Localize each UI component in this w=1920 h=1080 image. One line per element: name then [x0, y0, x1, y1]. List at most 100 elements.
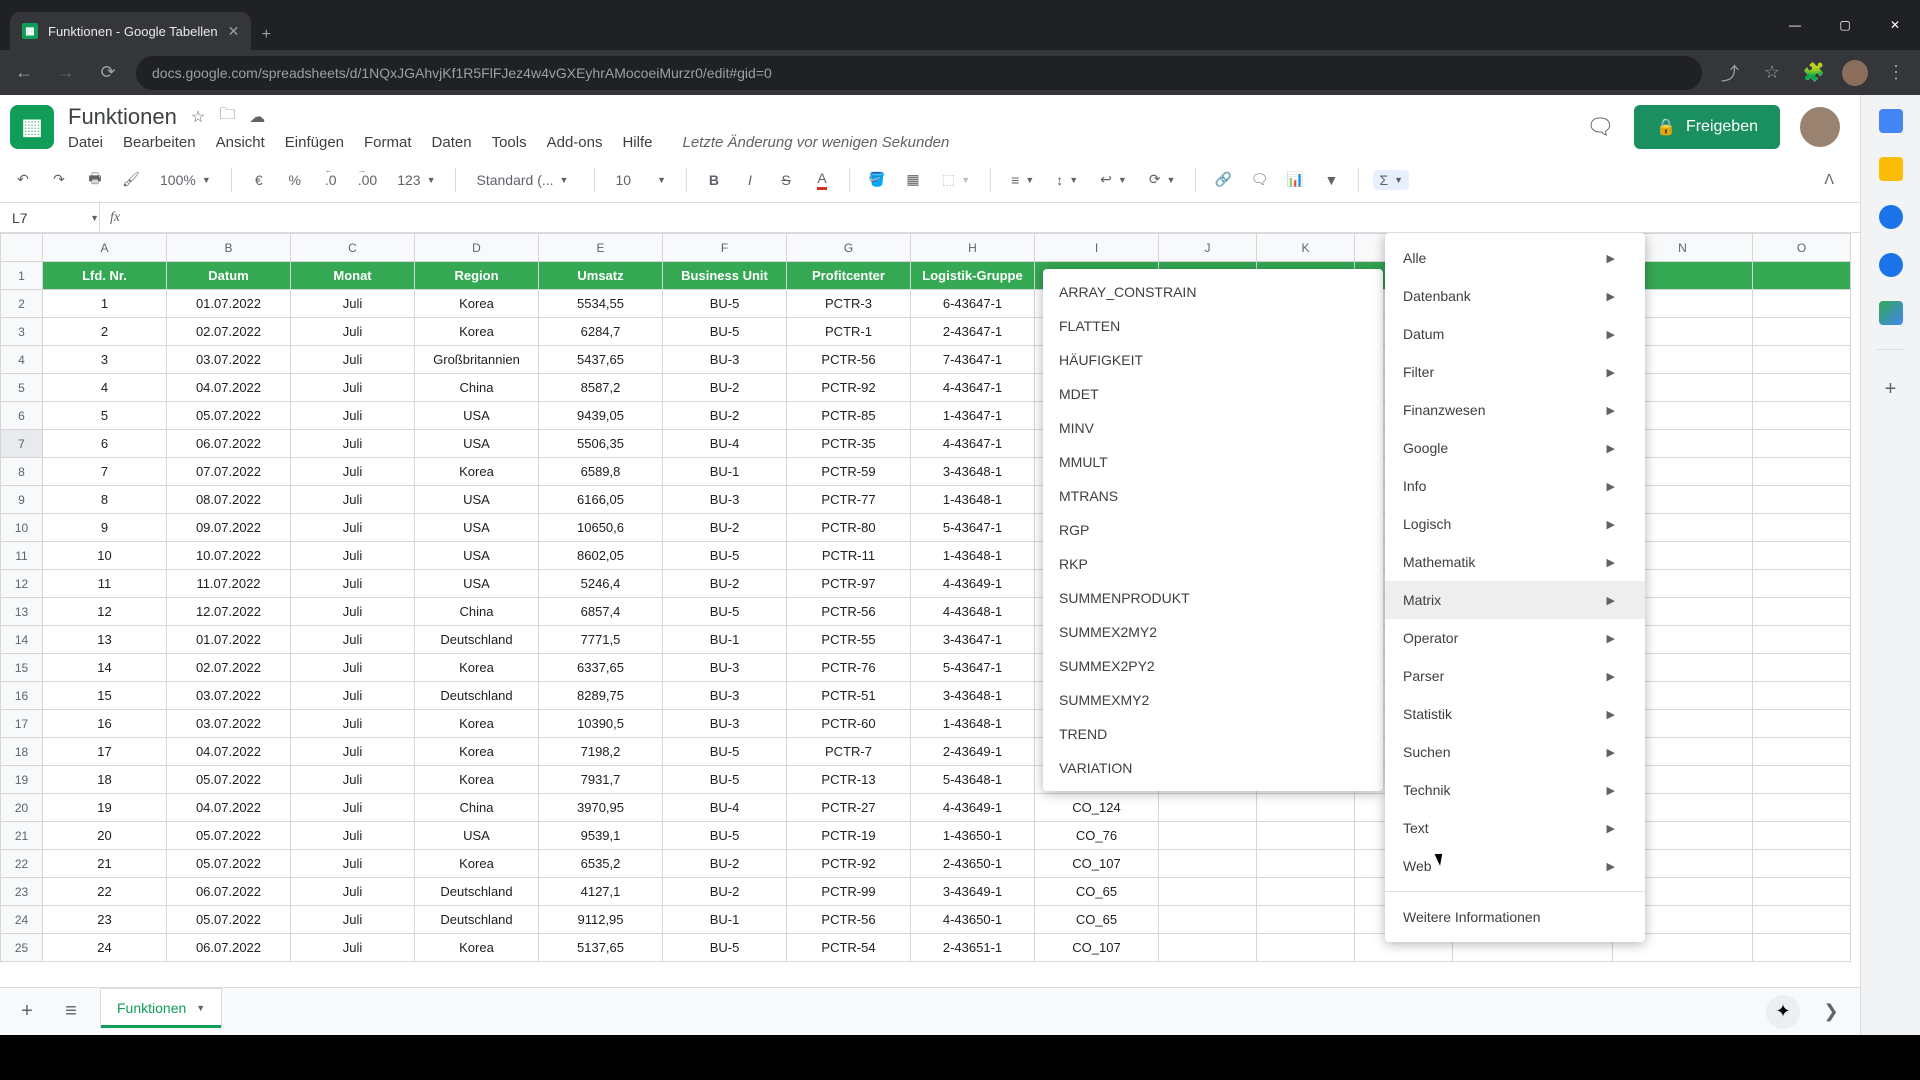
- cell[interactable]: 23: [43, 906, 167, 934]
- cell[interactable]: [1753, 570, 1851, 598]
- cell[interactable]: 1-43648-1: [911, 710, 1035, 738]
- column-header[interactable]: I: [1035, 234, 1159, 262]
- cell[interactable]: [1257, 878, 1355, 906]
- cell[interactable]: Korea: [415, 710, 539, 738]
- column-header[interactable]: J: [1159, 234, 1257, 262]
- menu-addons[interactable]: Add-ons: [547, 134, 603, 151]
- cell[interactable]: 1-43648-1: [911, 542, 1035, 570]
- close-window-button[interactable]: ✕: [1870, 5, 1920, 45]
- cell[interactable]: 5-43648-1: [911, 766, 1035, 794]
- cell[interactable]: [1753, 934, 1851, 962]
- row-header[interactable]: 3: [1, 318, 43, 346]
- cell[interactable]: [1753, 794, 1851, 822]
- cell[interactable]: [1753, 654, 1851, 682]
- function-item[interactable]: HÄUFIGKEIT: [1043, 343, 1383, 377]
- cell[interactable]: PCTR-56: [787, 346, 911, 374]
- cell[interactable]: 6337,65: [539, 654, 663, 682]
- cell[interactable]: 09.07.2022: [167, 514, 291, 542]
- menu-file[interactable]: Datei: [68, 134, 103, 151]
- cell[interactable]: 3-43647-1: [911, 626, 1035, 654]
- row-header[interactable]: 7: [1, 430, 43, 458]
- cell[interactable]: [1257, 850, 1355, 878]
- chart-button[interactable]: 📊: [1282, 165, 1308, 195]
- function-more-info[interactable]: Weitere Informationen: [1385, 898, 1645, 936]
- cell[interactable]: 06.07.2022: [167, 878, 291, 906]
- cloud-status-icon[interactable]: ☁: [249, 107, 265, 127]
- cell[interactable]: 05.07.2022: [167, 766, 291, 794]
- header-cell[interactable]: [1753, 262, 1851, 290]
- bookmark-icon[interactable]: ☆: [1758, 59, 1786, 87]
- cell[interactable]: 4-43650-1: [911, 906, 1035, 934]
- column-header[interactable]: B: [167, 234, 291, 262]
- cell[interactable]: CO_124: [1035, 794, 1159, 822]
- row-header[interactable]: 9: [1, 486, 43, 514]
- cell[interactable]: 05.07.2022: [167, 850, 291, 878]
- cell[interactable]: China: [415, 598, 539, 626]
- cell[interactable]: [1753, 822, 1851, 850]
- cell[interactable]: 8289,75: [539, 682, 663, 710]
- cell[interactable]: 7-43647-1: [911, 346, 1035, 374]
- cell[interactable]: 6284,7: [539, 318, 663, 346]
- cell[interactable]: Juli: [291, 654, 415, 682]
- cell[interactable]: 02.07.2022: [167, 654, 291, 682]
- cell[interactable]: 01.07.2022: [167, 290, 291, 318]
- cell[interactable]: Juli: [291, 290, 415, 318]
- cell[interactable]: BU-1: [663, 458, 787, 486]
- column-header[interactable]: C: [291, 234, 415, 262]
- borders-button[interactable]: ▦: [900, 165, 926, 195]
- cell[interactable]: [1753, 906, 1851, 934]
- function-category-item[interactable]: Mathematik▶: [1385, 543, 1645, 581]
- cell[interactable]: Juli: [291, 458, 415, 486]
- cell[interactable]: PCTR-51: [787, 682, 911, 710]
- cell[interactable]: [1753, 514, 1851, 542]
- strikethrough-button[interactable]: S: [773, 165, 799, 195]
- cell[interactable]: Juli: [291, 430, 415, 458]
- cell[interactable]: Juli: [291, 794, 415, 822]
- cell[interactable]: BU-5: [663, 766, 787, 794]
- cell[interactable]: Korea: [415, 934, 539, 962]
- back-button[interactable]: ←: [10, 59, 38, 87]
- undo-button[interactable]: ↶: [10, 165, 36, 195]
- cell[interactable]: PCTR-56: [787, 906, 911, 934]
- function-item[interactable]: SUMMENPRODUKT: [1043, 581, 1383, 615]
- horizontal-align-button[interactable]: ≡▼: [1005, 172, 1040, 188]
- cell[interactable]: 16: [43, 710, 167, 738]
- wrap-button[interactable]: ↩▼: [1094, 171, 1133, 188]
- extensions-icon[interactable]: 🧩: [1800, 59, 1828, 87]
- cell[interactable]: 4127,1: [539, 878, 663, 906]
- cell[interactable]: Korea: [415, 458, 539, 486]
- cell[interactable]: 5437,65: [539, 346, 663, 374]
- new-tab-button[interactable]: +: [251, 20, 281, 50]
- row-header[interactable]: 25: [1, 934, 43, 962]
- cell[interactable]: PCTR-92: [787, 374, 911, 402]
- cell[interactable]: 5246,4: [539, 570, 663, 598]
- cell[interactable]: BU-1: [663, 906, 787, 934]
- cell[interactable]: Juli: [291, 318, 415, 346]
- cell[interactable]: [1753, 542, 1851, 570]
- function-item[interactable]: MDET: [1043, 377, 1383, 411]
- cell[interactable]: Korea: [415, 766, 539, 794]
- header-cell[interactable]: Profitcenter: [787, 262, 911, 290]
- profile-avatar-icon[interactable]: [1842, 60, 1868, 86]
- menu-format[interactable]: Format: [364, 134, 412, 151]
- browser-tab[interactable]: ▦ Funktionen - Google Tabellen ✕: [10, 12, 251, 50]
- cell[interactable]: 6589,8: [539, 458, 663, 486]
- cell[interactable]: USA: [415, 430, 539, 458]
- cell[interactable]: 05.07.2022: [167, 402, 291, 430]
- cell[interactable]: China: [415, 374, 539, 402]
- function-category-item[interactable]: Web▶: [1385, 847, 1645, 885]
- cell[interactable]: BU-5: [663, 598, 787, 626]
- spreadsheet-grid[interactable]: ABCDEFGHIJKLMNO1Lfd. Nr.DatumMonatRegion…: [0, 233, 1860, 987]
- cell[interactable]: Deutschland: [415, 626, 539, 654]
- cell[interactable]: 20: [43, 822, 167, 850]
- cell[interactable]: 2-43651-1: [911, 934, 1035, 962]
- column-header[interactable]: E: [539, 234, 663, 262]
- side-panel-toggle[interactable]: ❯: [1814, 1001, 1848, 1022]
- row-header[interactable]: 12: [1, 570, 43, 598]
- decrease-decimal-button[interactable]: .0←: [318, 165, 344, 195]
- column-header[interactable]: D: [415, 234, 539, 262]
- cell[interactable]: BU-2: [663, 850, 787, 878]
- cell[interactable]: 1-43648-1: [911, 486, 1035, 514]
- account-avatar-icon[interactable]: [1800, 107, 1840, 147]
- function-category-item[interactable]: Finanzwesen▶: [1385, 391, 1645, 429]
